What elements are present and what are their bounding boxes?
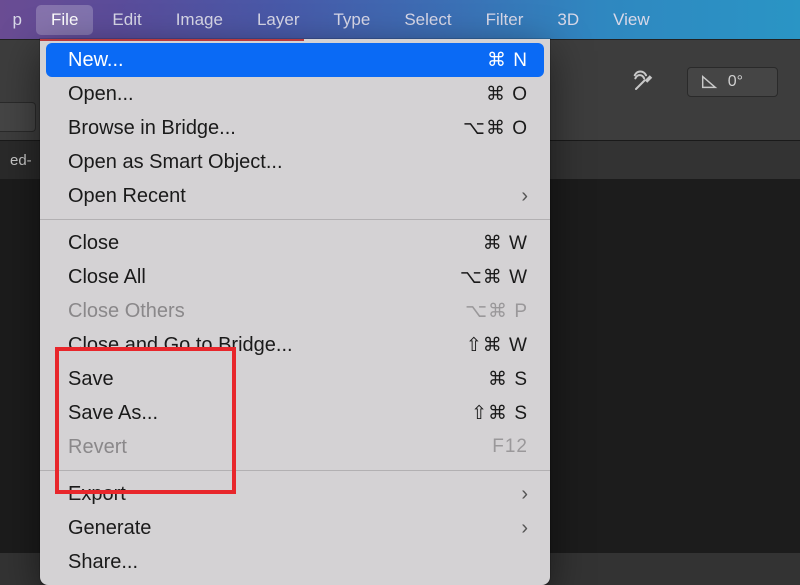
menubar-item-edit[interactable]: Edit [95, 0, 158, 39]
menubar-item-image[interactable]: Image [159, 0, 240, 39]
menu-item-shortcut: ⌘ W [483, 232, 528, 255]
menu-item-label: Share... [68, 551, 138, 574]
menu-item-label: New... [68, 49, 124, 72]
menu-item-shortcut: ⌘ N [487, 49, 528, 72]
application-menubar: p FileEditImageLayerTypeSelectFilter3DVi… [0, 0, 800, 39]
toolbar-button[interactable] [0, 102, 36, 132]
menubar-item-layer[interactable]: Layer [240, 0, 317, 39]
menu-item-save-as[interactable]: Save As... ⇧⌘ S [40, 396, 550, 430]
sample-color-icon[interactable] [631, 64, 661, 99]
menu-item-label: Open Recent [68, 185, 186, 208]
menu-item-shortcut: ⌥⌘ P [465, 300, 528, 323]
menubar-item-type[interactable]: Type [316, 0, 387, 39]
angle-value: 0° [728, 73, 743, 91]
menu-item-close-and-go-to-bridge[interactable]: Close and Go to Bridge... ⇧⌘ W [40, 328, 550, 362]
menu-separator [40, 219, 550, 220]
menu-item-shortcut: ⌘ O [486, 83, 528, 106]
menu-item-label: Close [68, 232, 119, 255]
menu-item-shortcut: ⇧⌘ S [471, 402, 528, 425]
menu-item-open-as-smart-object[interactable]: Open as Smart Object... [40, 145, 550, 179]
menu-item-shortcut: ⌥⌘ W [460, 266, 528, 289]
menu-item-close[interactable]: Close ⌘ W [40, 226, 550, 260]
menu-item-label: Generate [68, 517, 151, 540]
menu-item-shortcut: ⌘ S [488, 368, 528, 391]
menu-item-label: Close Others [68, 300, 185, 323]
menu-item-label: Save [68, 368, 114, 391]
menu-item-revert: Revert F12 [40, 430, 550, 464]
menu-item-browse-in-bridge[interactable]: Browse in Bridge... ⌥⌘ O [40, 111, 550, 145]
menu-item-close-all[interactable]: Close All ⌥⌘ W [40, 260, 550, 294]
menu-item-label: Save As... [68, 402, 158, 425]
menubar-item-select[interactable]: Select [387, 0, 468, 39]
menu-item-open-recent[interactable]: Open Recent › [40, 179, 550, 213]
chevron-right-icon: › [521, 517, 528, 540]
menu-item-shortcut: ⇧⌘ W [466, 334, 528, 357]
chevron-right-icon: › [521, 185, 528, 208]
menu-item-label: Open... [68, 83, 134, 106]
angle-icon [700, 73, 718, 91]
menu-item-label: Close and Go to Bridge... [68, 334, 293, 357]
menu-item-close-others: Close Others ⌥⌘ P [40, 294, 550, 328]
rotation-angle-input[interactable]: 0° [687, 67, 778, 97]
menu-item-label: Export [68, 483, 126, 506]
menu-item-shortcut: F12 [492, 436, 528, 458]
menu-item-share[interactable]: Share... [40, 545, 550, 579]
file-menu-dropdown: New... ⌘ N Open... ⌘ O Browse in Bridge... ⌥⌘… [40, 39, 550, 585]
menu-top-accent [40, 39, 304, 41]
menu-separator [40, 470, 550, 471]
menu-item-save[interactable]: Save ⌘ S [40, 362, 550, 396]
menubar-item-filter[interactable]: Filter [469, 0, 541, 39]
tab-label-fragment: ed- [0, 152, 40, 169]
menu-item-label: Open as Smart Object... [68, 151, 283, 174]
document-tab[interactable]: ed- [0, 141, 40, 179]
app-menu-fragment[interactable]: p [0, 10, 34, 30]
menu-item-shortcut: ⌥⌘ O [463, 117, 528, 140]
menu-item-generate[interactable]: Generate › [40, 511, 550, 545]
menubar-item-3d[interactable]: 3D [540, 0, 596, 39]
menubar-item-file[interactable]: File [36, 5, 93, 35]
menu-item-label: Revert [68, 436, 127, 459]
menu-item-export[interactable]: Export › [40, 477, 550, 511]
menu-item-new[interactable]: New... ⌘ N [46, 43, 544, 77]
menu-item-open[interactable]: Open... ⌘ O [40, 77, 550, 111]
menu-item-label: Close All [68, 266, 146, 289]
menu-item-label: Browse in Bridge... [68, 117, 236, 140]
chevron-right-icon: › [521, 483, 528, 506]
menubar-item-view[interactable]: View [596, 0, 667, 39]
